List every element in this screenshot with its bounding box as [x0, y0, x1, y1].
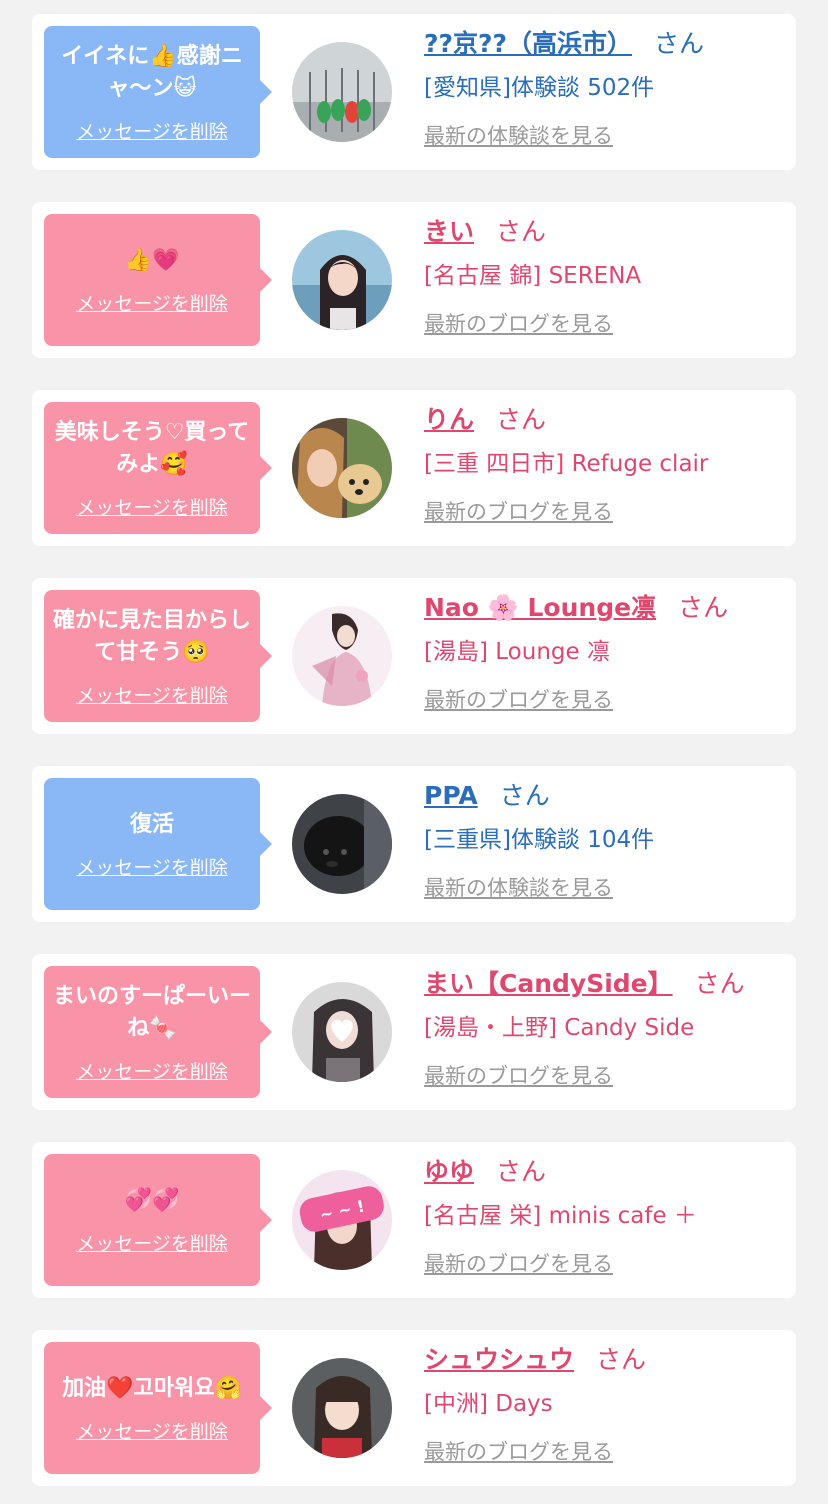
message-text: 美味しそう♡買ってみよ🥰 — [54, 419, 250, 477]
sender-name[interactable]: ??京??（高浜市） — [424, 29, 632, 58]
message-card: まいのすーぱーいーね🍬 メッセージを削除 まい【CandySide】 さん [湯島… — [32, 954, 796, 1110]
message-card: 💞💞 メッセージを削除 ~ ~ ! ゆゆ さん [名古屋 栄] minis caf… — [32, 1142, 796, 1298]
woman-bangs-photo-icon — [292, 1358, 392, 1458]
sender-name[interactable]: きい — [424, 217, 474, 246]
sender-subtitle: [名古屋 錦] SERENA — [424, 263, 642, 289]
message-card: 確かに見た目からして甘そう🥺 メッセージを削除 Nao 🌸 Lounge凛 さん … — [32, 578, 796, 734]
latest-link[interactable]: 最新のブログを見る — [424, 1060, 784, 1092]
woman-with-dog-photo-icon — [292, 418, 392, 518]
avatar[interactable]: ~ ~ ! — [292, 1170, 392, 1270]
message-text: イイネに👍感謝ニャ～ン😺 — [61, 43, 243, 101]
sender-subtitle: [湯島] Lounge 凛 — [424, 639, 610, 665]
honorific: さん — [596, 1345, 647, 1374]
latest-link[interactable]: 最新の体験談を見る — [424, 120, 784, 152]
message-text: 復活 — [129, 811, 174, 837]
avatar[interactable] — [292, 982, 392, 1082]
message-text: まいのすーぱーいーね🍬 — [52, 983, 251, 1041]
sender-subtitle: [愛知県]体験談 502件 — [424, 75, 655, 101]
avatar[interactable] — [292, 230, 392, 330]
sender-name[interactable]: シュウシュウ — [424, 1345, 574, 1374]
message-bubble: 確かに見た目からして甘そう🥺 メッセージを削除 — [44, 590, 272, 722]
sender-info: りん さん [三重 四日市] Refuge clair 最新のブログを見る — [424, 400, 784, 528]
sender-subtitle: [三重 四日市] Refuge clair — [424, 451, 709, 477]
avatar[interactable] — [292, 418, 392, 518]
avatar[interactable] — [292, 1358, 392, 1458]
latest-link[interactable]: 最新のブログを見る — [424, 684, 784, 716]
message-card: 👍💗 メッセージを削除 きい さん [名古屋 錦] SERENA 最新のブログを見… — [32, 202, 796, 358]
heart-face-photo-icon — [292, 982, 392, 1082]
sender-subtitle: [三重県]体験談 104件 — [424, 827, 655, 853]
sender-info: きい さん [名古屋 錦] SERENA 最新のブログを見る — [424, 212, 784, 340]
message-card: 加油❤️고마워요🤗 メッセージを削除 シュウシュウ さん [中洲] Days 最新… — [32, 1330, 796, 1486]
honorific: さん — [678, 593, 729, 622]
sender-info: Nao 🌸 Lounge凛 さん [湯島] Lounge 凛 最新のブログを見る — [424, 588, 784, 716]
sender-info: ??京??（高浜市） さん [愛知県]体験談 502件 最新の体験談を見る — [424, 24, 784, 152]
latest-link[interactable]: 最新のブログを見る — [424, 1436, 784, 1468]
sender-info: ゆゆ さん [名古屋 栄] minis cafe ＋ 最新のブログを見る — [424, 1152, 784, 1280]
message-bubble: 復活 メッセージを削除 — [44, 778, 272, 910]
delete-message-link[interactable]: メッセージを削除 — [76, 289, 228, 316]
sender-subtitle: [中洲] Days — [424, 1391, 553, 1417]
honorific: さん — [496, 217, 547, 246]
black-dog-photo-icon — [292, 794, 392, 894]
message-bubble: 💞💞 メッセージを削除 — [44, 1154, 272, 1286]
message-bubble: 👍💗 メッセージを削除 — [44, 214, 272, 346]
honorific: さん — [654, 29, 705, 58]
honorific: さん — [496, 1157, 547, 1186]
message-card: 復活 メッセージを削除 PPA さん [三重県]体験談 104件 最新の体験談を見… — [32, 766, 796, 922]
kimono-photo-icon — [292, 606, 392, 706]
sender-info: シュウシュウ さん [中洲] Days 最新のブログを見る — [424, 1340, 784, 1468]
sender-name[interactable]: ゆゆ — [424, 1157, 474, 1186]
delete-message-link[interactable]: メッセージを削除 — [76, 681, 228, 708]
sender-name[interactable]: りん — [424, 405, 474, 434]
woman-photo-icon — [292, 230, 392, 330]
avatar[interactable] — [292, 606, 392, 706]
honorific: さん — [499, 781, 550, 810]
delete-message-link[interactable]: メッセージを削除 — [76, 1057, 228, 1084]
delete-message-link[interactable]: メッセージを削除 — [76, 1229, 228, 1256]
sender-name[interactable]: まい【CandySide】 — [424, 969, 673, 998]
delete-message-link[interactable]: メッセージを削除 — [76, 117, 228, 144]
message-text: 確かに見た目からして甘そう🥺 — [52, 607, 251, 665]
sender-name[interactable]: Nao 🌸 Lounge凛 — [424, 593, 656, 622]
delete-message-link[interactable]: メッセージを削除 — [76, 493, 228, 520]
latest-link[interactable]: 最新のブログを見る — [424, 496, 784, 528]
honorific: さん — [496, 405, 547, 434]
sender-name[interactable]: PPA — [424, 781, 478, 810]
sender-subtitle: [湯島・上野] Candy Side — [424, 1015, 695, 1041]
message-card: イイネに👍感謝ニャ～ン😺 メッセージを削除 ??京??（高浜市） さん [愛知県… — [32, 14, 796, 170]
irasshai-sign-photo-icon: ~ ~ ! — [292, 1170, 392, 1270]
message-card: 美味しそう♡買ってみよ🥰 メッセージを削除 りん さん [三重 四日市] Refu… — [32, 390, 796, 546]
message-bubble: イイネに👍感謝ニャ～ン😺 メッセージを削除 — [44, 26, 272, 158]
sender-info: PPA さん [三重県]体験談 104件 最新の体験談を見る — [424, 776, 784, 904]
message-bubble: 加油❤️고마워요🤗 メッセージを削除 — [44, 1342, 272, 1474]
latest-link[interactable]: 最新のブログを見る — [424, 308, 784, 340]
avatar[interactable] — [292, 794, 392, 894]
message-text: 💞💞 — [124, 1187, 180, 1213]
sender-info: まい【CandySide】 さん [湯島・上野] Candy Side 最新のブロ… — [424, 964, 784, 1092]
message-list: イイネに👍感謝ニャ～ン😺 メッセージを削除 ??京??（高浜市） さん [愛知県… — [0, 0, 828, 1504]
latest-link[interactable]: 最新の体験談を見る — [424, 872, 784, 904]
sender-subtitle: [名古屋 栄] minis cafe ＋ — [424, 1203, 697, 1229]
delete-message-link[interactable]: メッセージを削除 — [76, 1417, 228, 1444]
message-text: 👍💗 — [124, 247, 180, 273]
delete-message-link[interactable]: メッセージを削除 — [76, 853, 228, 880]
avatar[interactable] — [292, 42, 392, 142]
message-bubble: まいのすーぱーいーね🍬 メッセージを削除 — [44, 966, 272, 1098]
parrots-photo-icon — [292, 42, 392, 142]
honorific: さん — [694, 969, 745, 998]
message-text: 加油❤️고마워요🤗 — [62, 1375, 242, 1401]
message-bubble: 美味しそう♡買ってみよ🥰 メッセージを削除 — [44, 402, 272, 534]
latest-link[interactable]: 最新のブログを見る — [424, 1248, 784, 1280]
